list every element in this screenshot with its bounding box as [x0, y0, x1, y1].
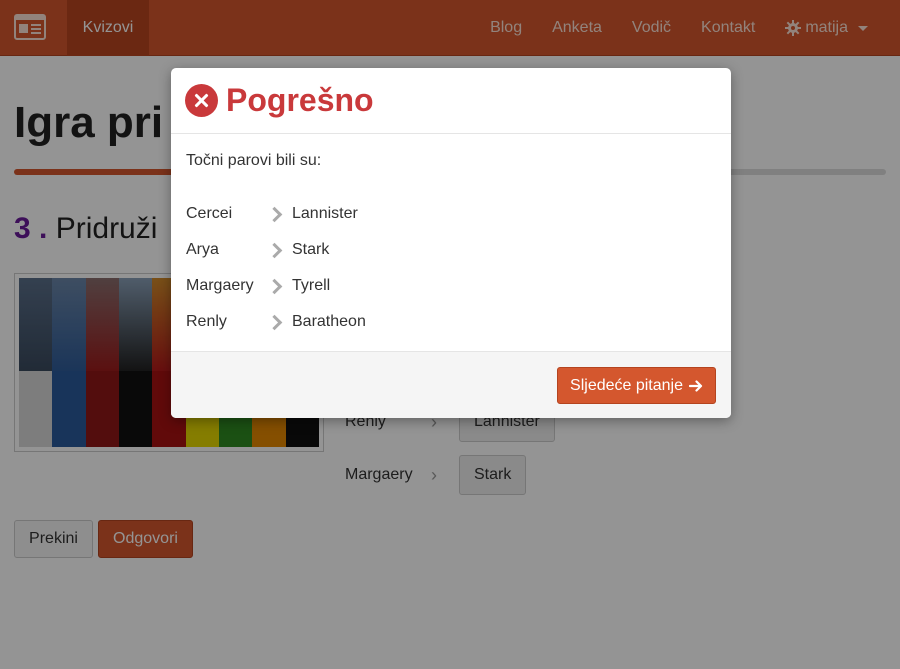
modal-intro: Točni parovi bili su: — [186, 152, 322, 169]
next-question-button[interactable]: Sljedeće pitanje — [557, 367, 716, 404]
result-modal: Pogrešno Točni parovi bili su: Cercei La… — [171, 68, 731, 418]
pair-right: Lannister — [292, 205, 358, 222]
correct-pair: Arya Stark — [186, 232, 716, 268]
modal-header: Pogrešno — [171, 68, 731, 134]
pair-right: Tyrell — [292, 277, 331, 294]
correct-pair: Margaery Tyrell — [186, 268, 716, 304]
pair-left: Cercei — [186, 205, 233, 222]
pair-right: Baratheon — [292, 313, 366, 330]
pair-left: Renly — [186, 313, 227, 330]
correct-pair: Cercei Lannister — [186, 196, 716, 232]
error-icon — [185, 84, 218, 117]
modal-body: Točni parovi bili su: Cercei Lannister A… — [171, 134, 731, 350]
modal-footer: Sljedeće pitanje — [171, 351, 731, 418]
chevron-right-icon — [266, 314, 292, 330]
correct-pair: Renly Baratheon — [186, 304, 716, 340]
next-question-label: Sljedeće pitanje — [570, 376, 683, 394]
arrow-right-icon — [689, 379, 703, 392]
chevron-right-icon — [266, 242, 292, 258]
chevron-right-icon — [266, 206, 292, 222]
pair-right: Stark — [292, 241, 330, 258]
pair-left: Margaery — [186, 277, 254, 294]
pair-left: Arya — [186, 241, 219, 258]
modal-title: Pogrešno — [226, 82, 374, 118]
chevron-right-icon — [266, 278, 292, 294]
